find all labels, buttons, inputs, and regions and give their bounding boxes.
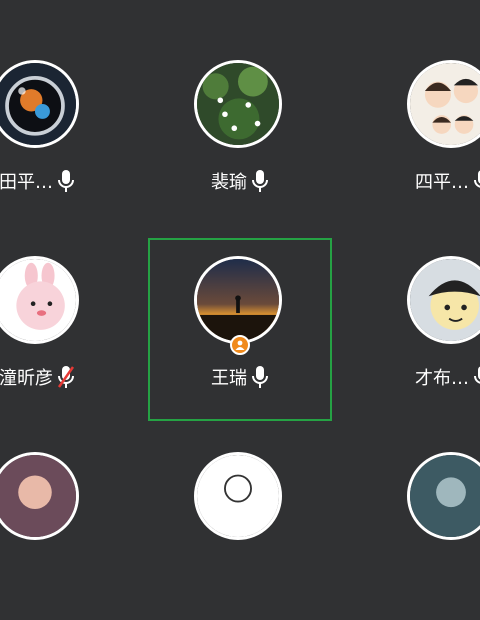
microphone-icon bbox=[57, 169, 75, 193]
participant-name: 潼昕彦 bbox=[0, 368, 53, 389]
host-person-icon bbox=[230, 335, 250, 355]
participant-tile[interactable]: 裴瑜 bbox=[147, 42, 333, 228]
microphone-icon bbox=[473, 365, 480, 389]
microphone-icon bbox=[251, 365, 269, 389]
avatar bbox=[407, 452, 480, 540]
participant-tile[interactable]: 田平… bbox=[0, 42, 130, 228]
sunset-silhouette-avatar bbox=[194, 256, 282, 344]
participant-tile[interactable] bbox=[0, 434, 130, 620]
participant-name: 王瑞 bbox=[211, 368, 247, 389]
flowers-avatar bbox=[194, 60, 282, 148]
microphone-icon bbox=[251, 169, 269, 193]
microphone-muted-icon bbox=[57, 365, 75, 389]
microphone-icon bbox=[473, 169, 480, 193]
pink-rabbit-avatar bbox=[0, 256, 79, 344]
participant-name: 才布… bbox=[415, 368, 469, 389]
cartoon-boy-avatar bbox=[407, 256, 480, 344]
participant-name: 裴瑜 bbox=[211, 172, 247, 193]
avatar bbox=[0, 452, 79, 540]
couple-cartoon-avatar bbox=[407, 60, 480, 148]
participant-name: 田平… bbox=[0, 172, 53, 193]
astronaut-avatar bbox=[0, 60, 79, 148]
participant-tile[interactable]: 潼昕彦 bbox=[0, 238, 130, 424]
participant-tile[interactable]: 才布… bbox=[360, 238, 480, 424]
participant-tile[interactable] bbox=[360, 434, 480, 620]
avatar bbox=[194, 452, 282, 540]
participant-name: 四平… bbox=[415, 172, 469, 193]
participant-tile[interactable]: 王瑞 bbox=[147, 238, 333, 424]
participant-tile[interactable] bbox=[147, 434, 333, 620]
participant-tile[interactable]: 四平… bbox=[360, 42, 480, 228]
